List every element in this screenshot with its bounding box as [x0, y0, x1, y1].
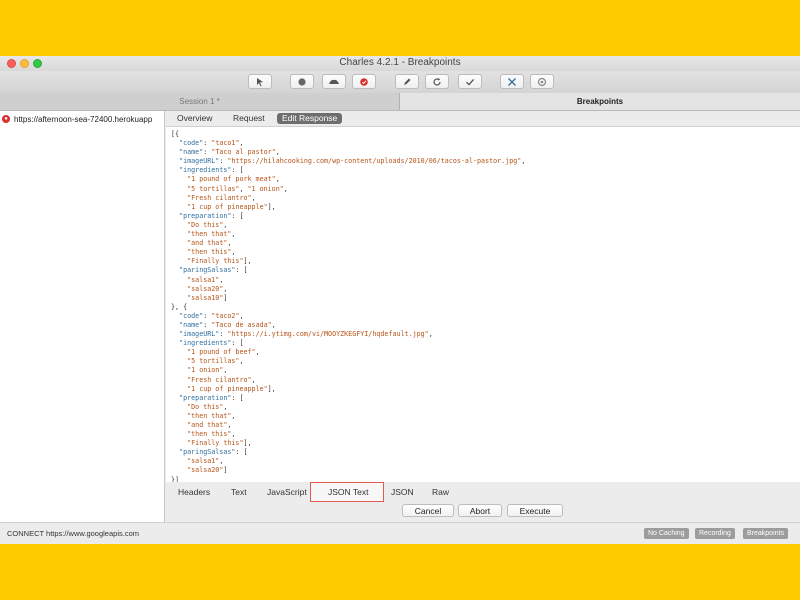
list-item[interactable]: ● https://afternoon-sea-72400.herokuapp — [2, 113, 162, 125]
settings-icon — [537, 77, 547, 86]
tools-button[interactable] — [500, 74, 524, 89]
request-list: ● https://afternoon-sea-72400.herokuapp — [0, 111, 165, 522]
response-editor[interactable]: [{ "code": "taco1", "name": "Taco al pas… — [166, 126, 800, 482]
tools-icon — [508, 77, 516, 86]
settings-button[interactable] — [530, 74, 554, 89]
breakpoint-icon — [360, 77, 368, 86]
validate-icon — [466, 78, 475, 86]
status-bar: CONNECT https://www.googleapis.com No Ca… — [0, 522, 800, 544]
breakpoints-toggle[interactable]: Breakpoints — [743, 528, 788, 539]
tab-raw[interactable]: Raw — [432, 485, 449, 499]
pointer-icon — [257, 77, 263, 86]
abort-button[interactable]: Abort — [458, 504, 502, 517]
no-caching-toggle[interactable]: No Caching — [644, 528, 689, 539]
tab-json[interactable]: JSON — [391, 485, 414, 499]
throttle-button[interactable] — [322, 74, 346, 89]
toolbar — [0, 71, 800, 94]
throttle-icon — [329, 79, 339, 84]
tab-json-text[interactable]: JSON Text — [328, 485, 368, 499]
edit-button[interactable] — [395, 74, 419, 89]
breakpoints-button[interactable] — [352, 74, 376, 89]
session-tabs: Session 1 * Breakpoints — [0, 93, 800, 111]
title-bar: Charles 4.2.1 - Breakpoints — [0, 56, 800, 71]
pointer-button[interactable] — [248, 74, 272, 89]
format-tabs: Headers Text JavaScript JSON Text JSON R… — [166, 482, 800, 502]
status-text: CONNECT https://www.googleapis.com — [7, 529, 139, 538]
tab-breakpoints[interactable]: Breakpoints — [400, 93, 800, 110]
tab-overview[interactable]: Overview — [172, 113, 217, 124]
cancel-button[interactable]: Cancel — [402, 504, 454, 517]
breakpoint-stop-icon: ● — [2, 115, 10, 123]
detail-tabs: Overview Request Edit Response — [166, 111, 800, 126]
list-item-label: https://afternoon-sea-72400.herokuapp — [14, 114, 153, 124]
recording-toggle[interactable]: Recording — [695, 528, 735, 539]
tab-request[interactable]: Request — [228, 113, 270, 124]
charles-window: Charles 4.2.1 - Breakpoints Session 1 * … — [0, 56, 800, 544]
window-title: Charles 4.2.1 - Breakpoints — [339, 57, 461, 68]
record-button[interactable] — [290, 74, 314, 89]
repeat-button[interactable] — [425, 74, 449, 89]
tab-edit-response[interactable]: Edit Response — [277, 113, 343, 124]
tab-text[interactable]: Text — [231, 485, 247, 499]
tab-headers[interactable]: Headers — [178, 485, 210, 499]
breakpoint-detail: Overview Request Edit Response [{ "code"… — [166, 111, 800, 522]
execute-button[interactable]: Execute — [507, 504, 563, 517]
validate-button[interactable] — [458, 74, 482, 89]
tab-session[interactable]: Session 1 * — [0, 93, 400, 110]
repeat-icon — [433, 77, 441, 86]
json-text-content[interactable]: [{ "code": "taco1", "name": "Taco al pas… — [166, 127, 800, 482]
tab-javascript[interactable]: JavaScript — [267, 485, 307, 499]
breakpoint-actions: Cancel Abort Execute — [166, 502, 800, 522]
record-icon — [298, 77, 306, 86]
edit-icon — [404, 78, 411, 85]
